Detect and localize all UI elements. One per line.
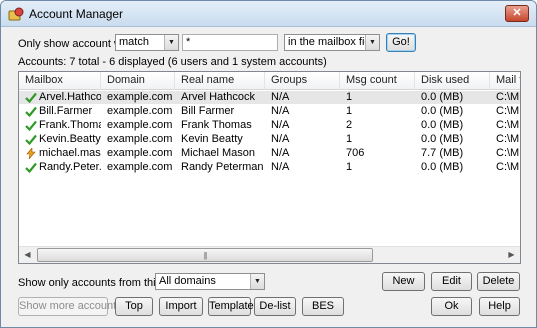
account-manager-window: Account Manager ✕ Only show account whic… <box>0 0 537 328</box>
edit-button[interactable]: Edit <box>431 272 472 291</box>
pattern-input[interactable]: * <box>182 34 278 51</box>
horizontal-scrollbar[interactable]: ◀ ||| ▶ <box>19 246 520 263</box>
table-row[interactable]: Frank.Thomas example.com Frank Thomas N/A 2 0… <box>19 119 520 132</box>
scroll-right-button[interactable]: ▶ <box>503 247 520 263</box>
cell-mailbox: Arvel.Hathco... <box>39 91 101 103</box>
table-row[interactable]: Randy.Peter... example.com Randy Peterman N… <box>19 161 520 174</box>
chevron-down-icon: ▼ <box>250 274 264 289</box>
cell-mail-folder: C:\MDa <box>496 119 520 131</box>
templates-button[interactable]: Templates <box>208 297 259 316</box>
cell-mail-folder: C:\MDa <box>496 161 520 173</box>
cell-domain: example.com <box>107 119 173 131</box>
cell-real-name: Randy Peterman <box>181 161 264 173</box>
column-header-domain[interactable]: Domain <box>101 72 175 90</box>
delete-button[interactable]: Delete <box>477 272 520 291</box>
cell-real-name: Frank Thomas <box>181 119 252 131</box>
window-title: Account Manager <box>29 7 124 21</box>
cell-mail-folder: C:\MDa <box>496 91 520 103</box>
help-button[interactable]: Help <box>479 297 520 316</box>
cell-mailbox: michael.mason <box>39 147 101 159</box>
cell-groups: N/A <box>271 119 290 131</box>
cell-mail-folder: C:\MDa <box>496 105 520 117</box>
cell-disk-used: 7.7 (MB) <box>421 147 464 159</box>
cell-msg-count: 1 <box>346 133 353 145</box>
cell-msg-count: 1 <box>346 161 353 173</box>
cell-msg-count: 2 <box>346 119 353 131</box>
field-dropdown[interactable]: in the mailbox field ▼ <box>284 34 380 51</box>
table-row[interactable]: Bill.Farmer example.com Bill Farmer N/A 1 0.0… <box>19 105 520 118</box>
match-dropdown-value: match <box>119 36 149 48</box>
cell-groups: N/A <box>271 105 290 117</box>
scroll-left-button[interactable]: ◀ <box>19 247 36 263</box>
cell-domain: example.com <box>107 133 173 145</box>
delist-button[interactable]: De-list <box>254 297 296 316</box>
column-header-real-name[interactable]: Real name <box>175 72 265 90</box>
column-header-msg-count[interactable]: Msg count <box>340 72 415 90</box>
cell-groups: N/A <box>271 133 290 145</box>
cell-groups: N/A <box>271 147 290 159</box>
column-header-disk-used[interactable]: Disk used <box>415 72 490 90</box>
import-button[interactable]: Import <box>159 297 203 316</box>
cell-mail-folder: C:\MDa <box>496 133 520 145</box>
cell-domain: example.com <box>107 105 173 117</box>
cell-groups: N/A <box>271 161 290 173</box>
accounts-list[interactable]: Mailbox Domain Real name Groups Msg coun… <box>18 71 521 264</box>
cell-domain: example.com <box>107 147 173 159</box>
table-row[interactable]: Kevin.Beatty example.com Kevin Beatty N/A 1 0… <box>19 133 520 146</box>
match-dropdown[interactable]: match ▼ <box>115 34 179 51</box>
chevron-down-icon: ▼ <box>365 35 379 50</box>
domain-dropdown[interactable]: All domains ▼ <box>155 273 265 290</box>
close-button[interactable]: ✕ <box>505 5 529 22</box>
column-header-groups[interactable]: Groups <box>265 72 340 90</box>
app-icon <box>8 7 24 21</box>
cell-mail-folder: C:\MDa <box>496 147 520 159</box>
cell-disk-used: 0.0 (MB) <box>421 105 464 117</box>
cell-disk-used: 0.0 (MB) <box>421 91 464 103</box>
top-button[interactable]: Top <box>115 297 153 316</box>
cell-msg-count: 1 <box>346 105 353 117</box>
domain-dropdown-value: All domains <box>159 275 216 287</box>
scrollbar-thumb[interactable]: ||| <box>37 248 373 262</box>
cell-real-name: Michael Mason <box>181 147 255 159</box>
table-row[interactable]: michael.mason example.com Michael Mason N/A… <box>19 147 520 160</box>
cell-mailbox: Bill.Farmer <box>39 105 93 117</box>
cell-msg-count: 706 <box>346 147 365 159</box>
cell-disk-used: 0.0 (MB) <box>421 133 464 145</box>
cell-groups: N/A <box>271 91 290 103</box>
cell-mailbox: Randy.Peter... <box>39 161 101 173</box>
column-header-mail-folder[interactable]: Mail fol <box>490 72 520 90</box>
cell-domain: example.com <box>107 91 173 103</box>
cell-mailbox: Kevin.Beatty <box>39 133 101 145</box>
cell-real-name: Kevin Beatty <box>181 133 243 145</box>
cell-domain: example.com <box>107 161 173 173</box>
cell-msg-count: 1 <box>346 91 353 103</box>
go-button[interactable]: Go! <box>386 33 416 52</box>
bes-button[interactable]: BES <box>302 297 344 316</box>
accounts-summary: Accounts: 7 total - 6 displayed (6 users… <box>18 56 327 68</box>
cell-disk-used: 0.0 (MB) <box>421 161 464 173</box>
show-more-accounts-button[interactable]: Show more accounts <box>18 297 122 316</box>
cell-real-name: Arvel Hathcock <box>181 91 255 103</box>
scrollbar-grip: ||| <box>203 251 207 260</box>
chevron-down-icon: ▼ <box>164 35 178 50</box>
table-row[interactable]: Arvel.Hathco... example.com Arvel Hathcock… <box>19 91 520 104</box>
cell-mailbox: Frank.Thomas <box>39 119 101 131</box>
ok-button[interactable]: Ok <box>431 297 472 316</box>
new-button[interactable]: New <box>382 272 425 291</box>
list-header: Mailbox Domain Real name Groups Msg coun… <box>19 72 520 90</box>
cell-real-name: Bill Farmer <box>181 105 235 117</box>
title-bar[interactable]: Account Manager ✕ <box>1 1 536 27</box>
column-header-mailbox[interactable]: Mailbox <box>19 72 101 90</box>
cell-disk-used: 0.0 (MB) <box>421 119 464 131</box>
